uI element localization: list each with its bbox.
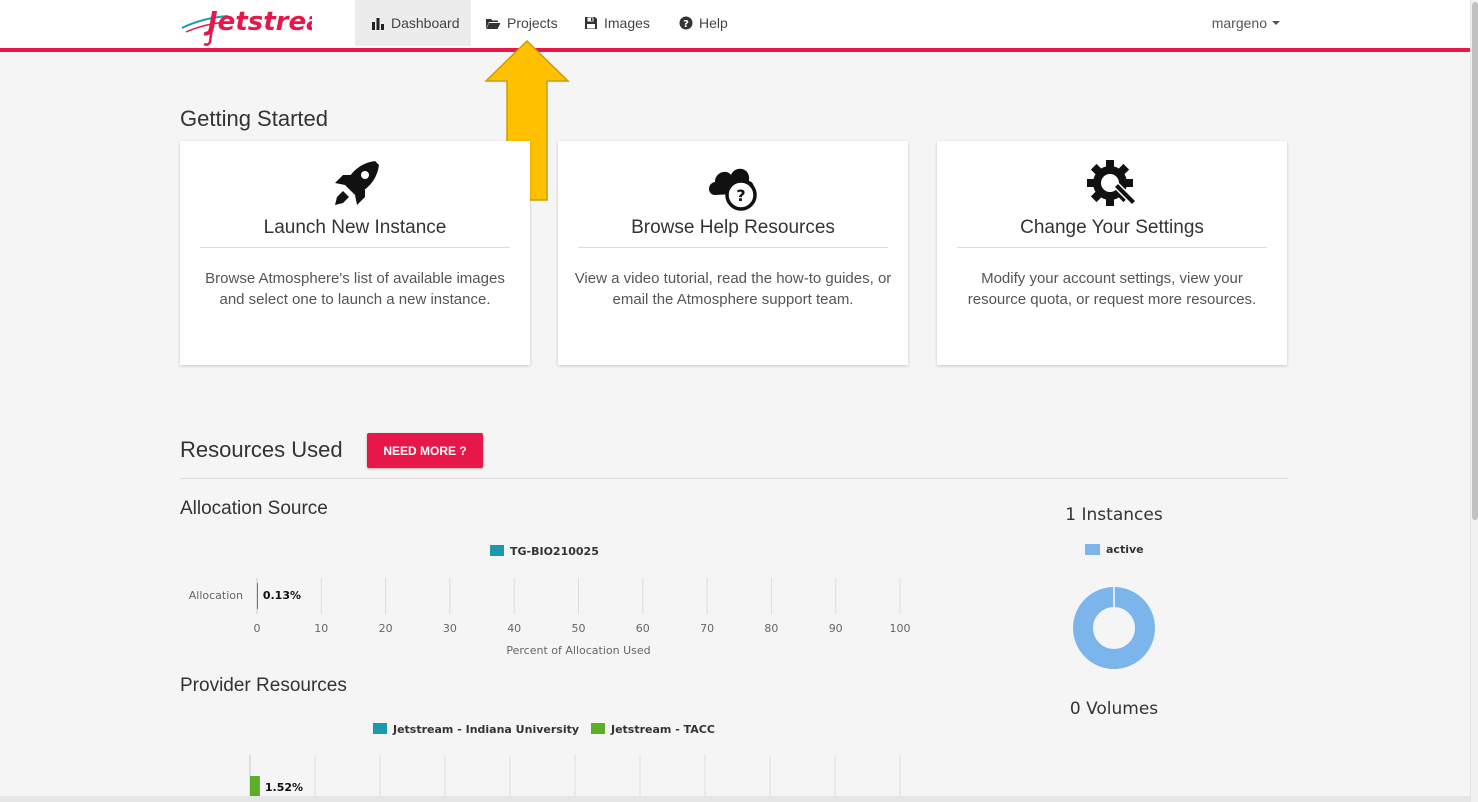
card-description: Modify your account settings, view your … <box>967 270 1257 308</box>
section-divider <box>180 478 1288 479</box>
resources-used-heading: Resources Used <box>180 437 343 462</box>
y-category-label: Allocation <box>189 589 243 602</box>
card-title: Change Your Settings <box>957 217 1267 248</box>
svg-text:?: ? <box>683 19 689 30</box>
username: margeno <box>1211 15 1267 31</box>
provider-bar <box>250 776 260 796</box>
instances-legend[interactable]: active <box>1085 543 1144 556</box>
nav-projects-label: Projects <box>507 15 558 31</box>
x-tick-label: 40 <box>507 622 521 635</box>
scrollbar-thumb[interactable] <box>1472 2 1478 520</box>
svg-text:Jetstream: Jetstream <box>203 7 312 37</box>
launch-instance-card[interactable]: Launch New Instance Browse Atmosphere's … <box>180 141 530 365</box>
legend-label: Jetstream - TACC <box>610 723 715 736</box>
nav-dashboard[interactable]: Dashboard <box>355 0 471 46</box>
legend-swatch <box>490 545 504 556</box>
allocation-source-heading: Allocation Source <box>180 498 328 519</box>
user-menu[interactable]: margeno <box>1212 0 1280 46</box>
volumes-count-title: 0 Volumes <box>1069 699 1159 719</box>
instances-count-title: 1 Instances <box>1065 505 1163 525</box>
getting-started-heading: Getting Started <box>180 106 328 131</box>
question-circle-icon: ? <box>679 16 693 30</box>
x-tick-label: 70 <box>700 622 714 635</box>
allocation-chart: TG-BIO210025 0 10 20 30 40 50 60 70 80 90 100 Alloca… <box>189 545 911 657</box>
gear-wrench-icon <box>1087 160 1138 207</box>
cloud-help-icon: ? <box>709 168 757 211</box>
rocket-icon <box>335 161 379 205</box>
nav-help-label: Help <box>699 15 728 31</box>
caret-down-icon <box>1272 21 1280 25</box>
provider-resources-heading: Provider Resources <box>180 675 347 696</box>
data-label: 0.13% <box>263 589 301 602</box>
data-label: 1.52% <box>265 781 303 794</box>
legend-label: TG-BIO210025 <box>510 545 599 558</box>
browse-help-card[interactable]: ? Browse Help Resources View a video tut… <box>558 141 908 365</box>
x-tick-label: 10 <box>314 622 328 635</box>
legend-label: Jetstream - Indiana University <box>392 723 579 736</box>
x-tick-label: 80 <box>764 622 778 635</box>
card-title: Browse Help Resources <box>578 217 888 248</box>
horizontal-scrollbar[interactable] <box>0 796 1470 802</box>
x-tick-label: 20 <box>379 622 393 635</box>
x-axis-title: Percent of Allocation Used <box>506 644 650 657</box>
legend-swatch <box>1085 544 1100 555</box>
card-description: Browse Atmosphere's list of available im… <box>205 270 505 308</box>
legend-swatch <box>373 723 387 734</box>
card-description: View a video tutorial, read the how-to g… <box>574 270 892 308</box>
legend-swatch <box>591 723 605 734</box>
nav-help[interactable]: ? Help <box>679 0 728 46</box>
x-tick-label: 0 <box>254 622 261 635</box>
x-tick-label: 100 <box>890 622 911 635</box>
x-tick-label: 50 <box>572 622 586 635</box>
allocation-bar <box>257 583 258 609</box>
instances-donut-chart <box>1073 586 1155 669</box>
vertical-scrollbar[interactable] <box>1470 0 1478 802</box>
card-title: Launch New Instance <box>200 217 510 248</box>
provider-resources-chart: Jetstream - Indiana University Jetstream … <box>249 723 901 796</box>
folder-open-icon <box>486 18 501 29</box>
navbar: Jetstream Dashboard Projects Images ? He… <box>0 0 1470 52</box>
svg-text:?: ? <box>736 186 745 205</box>
x-tick-label: 90 <box>829 622 843 635</box>
x-tick-label: 60 <box>636 622 650 635</box>
x-tick-label: 30 <box>443 622 457 635</box>
floppy-disk-icon <box>585 17 597 29</box>
jetstream-logo[interactable]: Jetstream <box>180 2 312 46</box>
legend-label: active <box>1106 543 1144 556</box>
nav-dashboard-label: Dashboard <box>391 15 460 31</box>
need-more-button[interactable]: NEED MORE ? <box>367 433 483 468</box>
bar-chart-icon <box>372 17 384 30</box>
change-settings-card[interactable]: Change Your Settings Modify your account… <box>937 141 1287 365</box>
nav-images[interactable]: Images <box>584 0 650 46</box>
nav-images-label: Images <box>604 15 650 31</box>
